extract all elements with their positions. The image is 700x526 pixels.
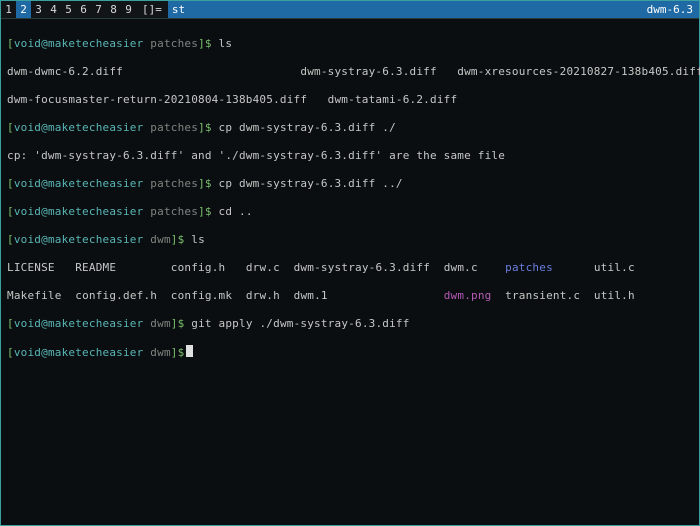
- tag-8[interactable]: 8: [106, 1, 121, 18]
- tag-4[interactable]: 4: [46, 1, 61, 18]
- terminal[interactable]: [void@maketecheasier patches]$ ls dwm-dw…: [1, 19, 699, 380]
- term-line: cp: 'dwm-systray-6.3.diff' and './dwm-sy…: [7, 149, 693, 163]
- tag-5[interactable]: 5: [61, 1, 76, 18]
- term-line: [void@maketecheasier patches]$ cd ..: [7, 205, 693, 219]
- term-line: Makefile config.def.h config.mk drw.h dw…: [7, 289, 693, 303]
- term-line-current: [void@maketecheasier dwm]$: [7, 345, 693, 360]
- term-line: [void@maketecheasier dwm]$ ls: [7, 233, 693, 247]
- cursor-block: [186, 345, 193, 357]
- term-line: [void@maketecheasier patches]$ ls: [7, 37, 693, 51]
- tag-1[interactable]: 1: [1, 1, 16, 18]
- tag-7[interactable]: 7: [91, 1, 106, 18]
- term-line: [void@maketecheasier dwm]$ git apply ./d…: [7, 317, 693, 331]
- status-text: dwm-6.3: [641, 1, 699, 18]
- window-title: st: [168, 1, 641, 18]
- tag-3[interactable]: 3: [31, 1, 46, 18]
- term-line: [void@maketecheasier patches]$ cp dwm-sy…: [7, 121, 693, 135]
- term-line: [void@maketecheasier patches]$ cp dwm-sy…: [7, 177, 693, 191]
- tag-2[interactable]: 2: [16, 1, 31, 18]
- layout-symbol[interactable]: []=: [136, 1, 168, 18]
- term-line: dwm-dwmc-6.2.diff dwm-systray-6.3.diff d…: [7, 65, 693, 79]
- tag-6[interactable]: 6: [76, 1, 91, 18]
- tag-list: 1 2 3 4 5 6 7 8 9: [1, 1, 136, 18]
- dwm-bar: 1 2 3 4 5 6 7 8 9 []= st dwm-6.3: [1, 1, 699, 19]
- term-line: dwm-focusmaster-return-20210804-138b405.…: [7, 93, 693, 107]
- tag-9[interactable]: 9: [121, 1, 136, 18]
- term-line: LICENSE README config.h drw.c dwm-systra…: [7, 261, 693, 275]
